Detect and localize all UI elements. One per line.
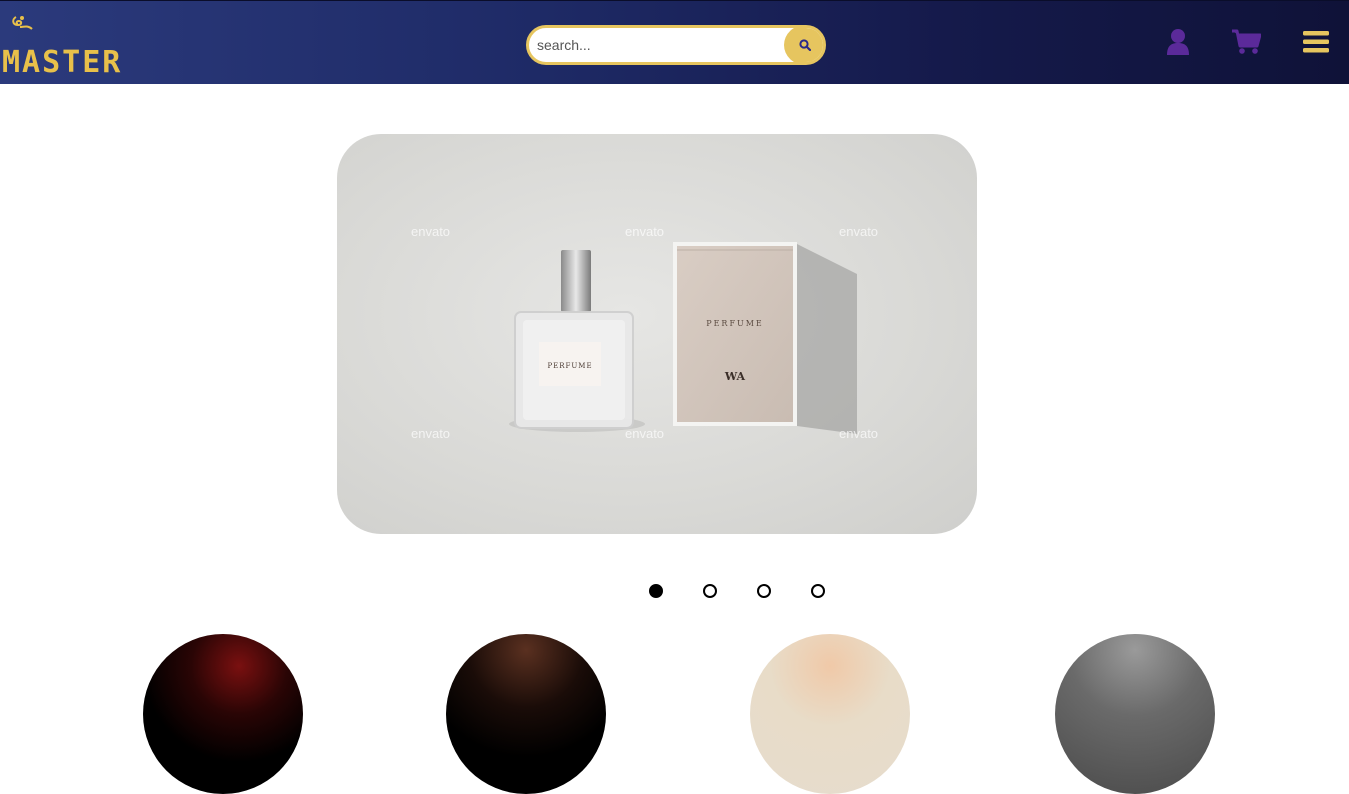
- menu-button[interactable]: [1302, 27, 1330, 57]
- search-input[interactable]: [537, 28, 787, 62]
- logo-text: MASTER: [2, 45, 123, 80]
- watermark: envato: [625, 426, 665, 441]
- search-button[interactable]: [784, 28, 823, 62]
- box-perfume-label: PERFUME: [706, 319, 764, 328]
- box-mark: WA: [724, 370, 746, 383]
- watermark: envato: [411, 426, 451, 441]
- category-circle-3[interactable]: [750, 634, 910, 794]
- category-circle-1[interactable]: [143, 634, 303, 794]
- watermark: envato: [625, 224, 665, 239]
- carousel-dot-1[interactable]: [649, 584, 663, 598]
- carousel-dot-4[interactable]: [811, 584, 825, 598]
- cart-button[interactable]: [1230, 27, 1262, 57]
- cart-icon: [1232, 29, 1261, 54]
- carousel-dot-2[interactable]: [703, 584, 717, 598]
- watermark: envato: [839, 224, 879, 239]
- watermark: envato: [411, 224, 451, 239]
- hero-carousel-slide[interactable]: PERFUME WA PERFUME envato envato envato …: [337, 134, 977, 534]
- user-icon: [1167, 29, 1189, 55]
- carousel-dot-3[interactable]: [757, 584, 771, 598]
- bottle-perfume-label: PERFUME: [547, 362, 592, 370]
- category-circle-4[interactable]: [1055, 634, 1215, 794]
- site-header: MASTER: [0, 0, 1349, 84]
- logo[interactable]: MASTER: [2, 15, 152, 80]
- category-circle-2[interactable]: [446, 634, 606, 794]
- menu-icon: [1303, 31, 1329, 53]
- perfume-product-image: PERFUME WA PERFUME: [509, 242, 857, 434]
- logo-swirl-icon: [12, 16, 33, 30]
- user-account-button[interactable]: [1164, 27, 1192, 57]
- search-icon: [799, 39, 811, 51]
- watermark: envato: [839, 426, 879, 441]
- search-bar: [526, 25, 826, 65]
- carousel-indicators: [0, 584, 1349, 598]
